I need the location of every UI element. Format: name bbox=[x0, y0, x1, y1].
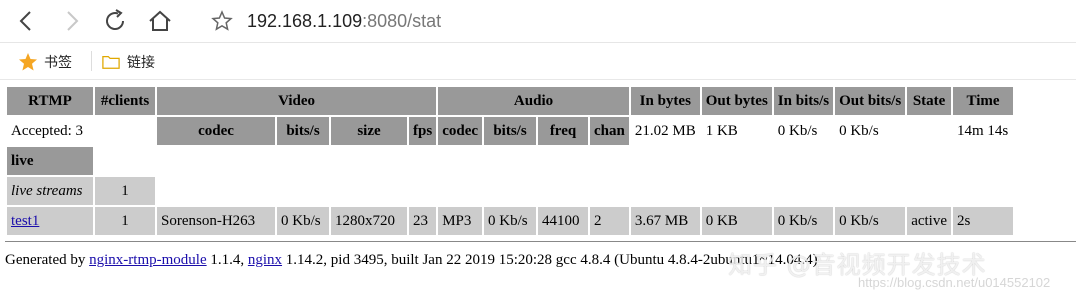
header-state: State bbox=[907, 87, 951, 115]
url-rest: :8080/stat bbox=[362, 11, 442, 31]
header-time: Time bbox=[953, 87, 1013, 115]
bookmark-item-bookmarks[interactable]: 书签 bbox=[18, 52, 72, 72]
subheader-audio-chan: chan bbox=[590, 117, 629, 145]
subheader-audio-freq: freq bbox=[538, 117, 589, 145]
stream-out-bytes: 0 KB bbox=[701, 207, 772, 235]
stream-row: test1 1 Sorenson-H263 0 Kb/s 1280x720 23… bbox=[7, 207, 1013, 235]
bookmarks-bar: 书签 链接 bbox=[0, 43, 1076, 80]
subheader-video-codec: codec bbox=[157, 117, 275, 145]
stream-out-bits: 0 Kb/s bbox=[835, 207, 906, 235]
app-row: live bbox=[7, 147, 1013, 175]
subheader-audio-bits: bits/s bbox=[484, 117, 537, 145]
live-streams-count: 1 bbox=[95, 177, 155, 205]
bookmark-divider bbox=[91, 51, 92, 71]
address-bar[interactable]: 192.168.1.109:8080/stat bbox=[247, 9, 441, 33]
folder-icon bbox=[102, 55, 120, 69]
stream-in-bits: 0 Kb/s bbox=[773, 207, 834, 235]
module-link[interactable]: nginx-rtmp-module bbox=[89, 252, 206, 268]
divider bbox=[5, 241, 1076, 242]
stream-video-size: 1280x720 bbox=[331, 207, 407, 235]
stream-audio-codec: MP3 bbox=[438, 207, 483, 235]
stream-video-codec: Sorenson-H263 bbox=[157, 207, 275, 235]
stream-video-bits: 0 Kb/s bbox=[277, 207, 329, 235]
stream-state: active bbox=[907, 207, 951, 235]
watermark-url: https://blog.csdn.net/u014552102 bbox=[858, 275, 1051, 290]
header-in-bits: In bits/s bbox=[773, 87, 834, 115]
rtmp-stats-table: RTMP #clients Video Audio In bytes Out b… bbox=[5, 85, 1015, 237]
stream-name-cell: test1 bbox=[7, 207, 93, 235]
star-icon bbox=[19, 53, 37, 71]
footer: Generated by nginx-rtmp-module 1.1.4, ng… bbox=[5, 252, 818, 269]
header-in-bytes: In bytes bbox=[630, 87, 700, 115]
server-out-bytes: 1 KB bbox=[705, 122, 738, 139]
stream-link[interactable]: test1 bbox=[11, 213, 39, 229]
server-in-bits: 0 Kb/s bbox=[777, 122, 818, 139]
header-video: Video bbox=[157, 87, 437, 115]
header-audio: Audio bbox=[438, 87, 629, 115]
reload-icon[interactable] bbox=[103, 8, 129, 34]
server-row: Accepted: 3 codec bits/s size fps codec … bbox=[7, 117, 1013, 145]
stream-time: 2s bbox=[953, 207, 1013, 235]
subheader-video-bits: bits/s bbox=[277, 117, 329, 145]
live-streams-label: live streams bbox=[7, 177, 93, 205]
header-clients: #clients bbox=[95, 87, 155, 115]
stream-video-fps: 23 bbox=[409, 207, 437, 235]
bookmark-label: 书签 bbox=[44, 54, 72, 70]
header-out-bytes: Out bytes bbox=[701, 87, 772, 115]
server-out-bits: 0 Kb/s bbox=[839, 122, 879, 139]
bookmark-label: 链接 bbox=[127, 54, 155, 70]
server-state bbox=[907, 117, 951, 145]
star-icon[interactable] bbox=[210, 9, 234, 33]
bookmark-item-links[interactable]: 链接 bbox=[101, 52, 155, 72]
header-out-bits: Out bits/s bbox=[835, 87, 906, 115]
url-host: 192.168.1.109 bbox=[247, 11, 363, 31]
live-streams-row: live streams 1 bbox=[7, 177, 1013, 205]
footer-prefix: Generated by bbox=[5, 252, 90, 268]
back-icon[interactable] bbox=[14, 8, 40, 34]
subheader-video-fps: fps bbox=[409, 117, 437, 145]
header-rtmp: RTMP bbox=[7, 87, 93, 115]
stream-audio-chan: 2 bbox=[590, 207, 629, 235]
nginx-link[interactable]: nginx bbox=[248, 252, 282, 268]
server-time: 14m 14s bbox=[957, 122, 1009, 139]
server-in-bytes: 21.02 MB bbox=[634, 122, 696, 139]
stream-clients: 1 bbox=[95, 207, 155, 235]
empty-cell bbox=[95, 117, 155, 145]
browser-toolbar: 192.168.1.109:8080/stat bbox=[0, 0, 1076, 43]
accepted-count: Accepted: 3 bbox=[11, 122, 84, 139]
subheader-audio-codec: codec bbox=[438, 117, 483, 145]
header-row: RTMP #clients Video Audio In bytes Out b… bbox=[7, 87, 1013, 115]
stream-in-bytes: 3.67 MB bbox=[630, 207, 700, 235]
stream-audio-bits: 0 Kb/s bbox=[484, 207, 537, 235]
footer-module-version: 1.1.4, bbox=[206, 252, 248, 268]
subheader-video-size: size bbox=[331, 117, 407, 145]
home-icon[interactable] bbox=[147, 8, 173, 34]
app-name: live bbox=[7, 147, 93, 175]
forward-icon[interactable] bbox=[58, 8, 84, 34]
stream-audio-freq: 44100 bbox=[538, 207, 589, 235]
